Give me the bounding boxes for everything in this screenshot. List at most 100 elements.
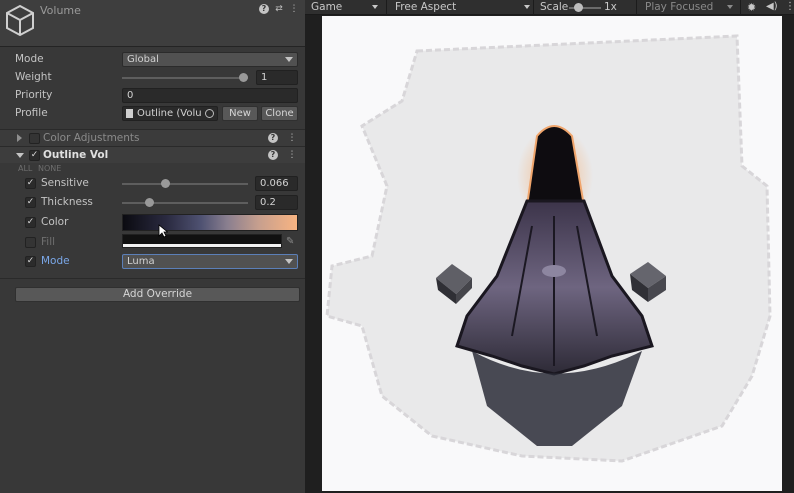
inspector-header: Volume ? ⇄ ⋮	[0, 0, 305, 47]
color-adjustments-checkbox[interactable]	[29, 133, 40, 144]
fill-override-checkbox[interactable]	[25, 237, 36, 248]
help-icon[interactable]: ?	[268, 133, 278, 143]
weight-label: Weight	[15, 71, 52, 83]
weight-slider-track[interactable]	[122, 73, 248, 82]
weight-slider-knob[interactable]	[239, 73, 248, 82]
chevron-down-icon	[285, 57, 293, 62]
outline-vol-section[interactable]: ✓ Outline Vol ? ⋮	[0, 146, 305, 163]
thickness-field[interactable]: 0.2	[255, 195, 298, 210]
profile-object-field[interactable]: Outline (Volu	[122, 106, 218, 121]
component-title: Volume	[40, 4, 81, 17]
section-icons: ? ⋮	[268, 150, 297, 160]
toolbar-separator	[740, 0, 741, 15]
game-view-label: Game	[311, 1, 343, 13]
header-icons: ? ⇄ ⋮	[259, 4, 299, 14]
fill-alpha-bar	[123, 244, 281, 247]
color-adjustments-title: Color Adjustments	[43, 132, 140, 144]
sensitive-field-value: 0.066	[260, 178, 289, 189]
all-link[interactable]: ALL	[18, 164, 32, 173]
none-link[interactable]: NONE	[38, 164, 61, 173]
thickness-override-checkbox[interactable]: ✓	[25, 197, 36, 208]
outline-mode-dropdown[interactable]: Luma	[122, 254, 298, 269]
sensitive-row: ✓ Sensitive 0.066	[0, 175, 305, 193]
chevron-down-icon	[372, 5, 379, 9]
outline-vol-checkbox[interactable]: ✓	[29, 150, 40, 161]
add-override-button[interactable]: Add Override	[15, 287, 300, 302]
sensitive-override-checkbox[interactable]: ✓	[25, 178, 36, 189]
audio-speaker-icon[interactable]: ◀)	[766, 1, 778, 12]
priority-field[interactable]: 0	[122, 88, 298, 103]
asset-file-icon	[126, 109, 133, 118]
priority-label: Priority	[15, 89, 53, 101]
thickness-slider-knob[interactable]	[145, 198, 155, 207]
color-gradient-field[interactable]	[122, 214, 298, 231]
profile-row: Profile Outline (Volu New Clone	[0, 105, 305, 123]
outline-mode-label: Mode	[41, 255, 70, 267]
all-none-row: ALL NONE	[0, 163, 305, 175]
priority-row: Priority 0	[0, 87, 305, 105]
mode-dropdown[interactable]: Global	[122, 52, 298, 67]
priority-field-value: 0	[127, 90, 134, 101]
scale-label: Scale	[540, 1, 569, 13]
clone-profile-button[interactable]: Clone	[261, 106, 298, 121]
chevron-down-icon	[727, 5, 734, 9]
section-icons: ? ⋮	[268, 133, 297, 143]
chevron-down-icon	[524, 5, 531, 9]
weight-field[interactable]: 1	[256, 70, 298, 85]
play-focused-dropdown[interactable]: Play Focused	[645, 1, 734, 13]
divider	[0, 278, 305, 279]
more-menu-icon[interactable]: ⋮	[785, 1, 794, 12]
inspector-panel: Volume ? ⇄ ⋮ Mode Global Weight 1 Priori…	[0, 0, 305, 493]
color-label: Color	[41, 216, 69, 228]
foldout-expanded-icon[interactable]	[16, 153, 24, 158]
toolbar-separator	[533, 0, 534, 15]
eyedropper-icon[interactable]: ✎	[286, 236, 297, 247]
profile-field-value: Outline (Volu	[137, 108, 202, 119]
sensitive-slider-track[interactable]	[122, 179, 248, 188]
mode-row: Mode Global	[0, 51, 305, 69]
new-profile-button[interactable]: New	[222, 106, 258, 121]
aspect-dropdown[interactable]: Free Aspect	[395, 1, 531, 13]
game-render-viewport[interactable]	[322, 16, 782, 491]
volume-cube-icon	[6, 4, 34, 37]
mode-label: Mode	[15, 53, 44, 65]
weight-field-value: 1	[261, 72, 268, 83]
play-focused-label: Play Focused	[645, 1, 714, 13]
object-picker-icon[interactable]	[205, 109, 214, 118]
fill-label: Fill	[41, 236, 56, 248]
thickness-row: ✓ Thickness 0.2	[0, 194, 305, 212]
outline-mode-override-checkbox[interactable]: ✓	[25, 256, 36, 267]
sensitive-field[interactable]: 0.066	[255, 176, 298, 191]
color-adjustments-section[interactable]: Color Adjustments ? ⋮	[0, 129, 305, 146]
more-menu-icon[interactable]: ⋮	[287, 150, 297, 160]
help-icon[interactable]: ?	[259, 4, 269, 14]
weight-row: Weight 1	[0, 69, 305, 87]
chevron-down-icon	[285, 259, 293, 264]
more-menu-icon[interactable]: ⋮	[289, 4, 299, 14]
profile-label: Profile	[15, 107, 48, 119]
mode-dropdown-value: Global	[127, 54, 159, 65]
outline-mode-dropdown-value: Luma	[127, 256, 155, 267]
foldout-collapsed-icon[interactable]	[17, 134, 22, 142]
game-view-dropdown[interactable]: Game	[311, 1, 379, 13]
fill-color-field[interactable]	[122, 234, 282, 248]
gizmos-gear-icon[interactable]: ✹	[747, 1, 756, 14]
preset-icon[interactable]: ⇄	[274, 4, 284, 14]
toolbar-separator	[386, 0, 387, 15]
outline-vol-title: Outline Vol	[43, 149, 109, 161]
thickness-label: Thickness	[41, 196, 93, 208]
robe-detail	[542, 265, 566, 277]
toolbar-separator	[636, 0, 637, 15]
thickness-field-value: 0.2	[260, 197, 276, 208]
outline-mode-row: ✓ Mode Luma	[0, 253, 305, 271]
more-menu-icon[interactable]: ⋮	[287, 133, 297, 143]
scale-slider-knob[interactable]	[574, 3, 583, 12]
sensitive-slider-knob[interactable]	[160, 179, 170, 188]
color-override-checkbox[interactable]: ✓	[25, 217, 36, 228]
scene-render-image	[325, 34, 772, 463]
help-icon[interactable]: ?	[268, 150, 278, 160]
sensitive-label: Sensitive	[41, 177, 89, 189]
scale-value: 1x	[604, 1, 617, 13]
thickness-slider-track[interactable]	[122, 198, 248, 207]
mouse-cursor-icon	[158, 224, 168, 238]
